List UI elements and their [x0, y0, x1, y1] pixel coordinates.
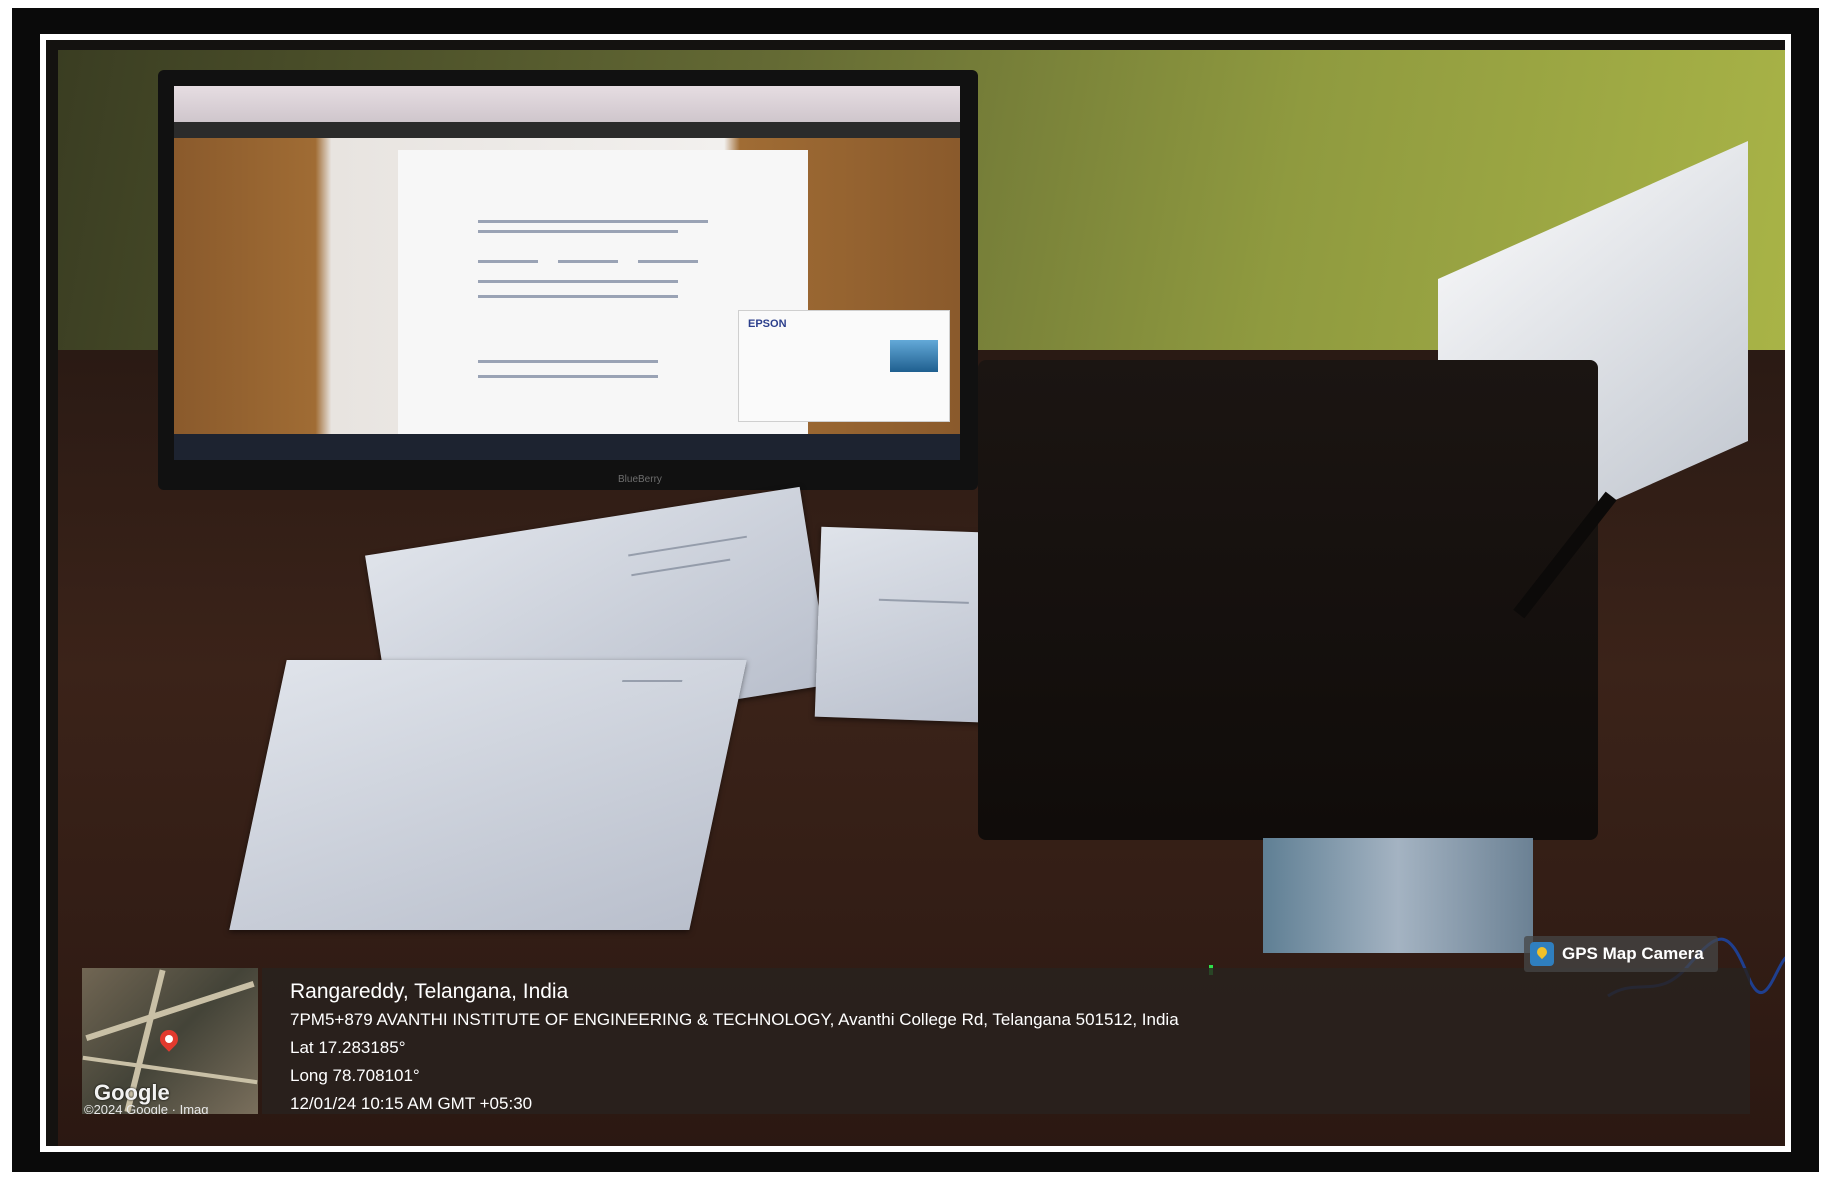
map-thumbnail: Google ©2024 Google · Imag [82, 968, 258, 1114]
dialog-brand: EPSON [748, 318, 787, 330]
gps-latitude: Lat 17.283185° [290, 1038, 406, 1057]
gps-app-icon [1530, 942, 1554, 966]
paper-text [878, 598, 969, 604]
printer [978, 360, 1598, 840]
browser-url-bar [174, 122, 960, 138]
printer-thumbnail [890, 340, 938, 372]
doc-line [558, 260, 618, 263]
paper-text [628, 535, 747, 557]
doc-line [638, 260, 698, 263]
printer-output-tray [1263, 838, 1533, 953]
gps-city: Rangareddy, Telangana, India [290, 980, 569, 1003]
doc-line [478, 375, 658, 378]
doc-line [478, 260, 538, 263]
taskbar [174, 434, 960, 460]
doc-line [478, 360, 658, 363]
map-credit: ©2024 Google · Imag [84, 1102, 209, 1114]
gps-address: 7PM5+879 AVANTHI INSTITUTE OF ENGINEERIN… [290, 1010, 1179, 1029]
paper-text [631, 558, 731, 577]
browser-tab-bar [174, 86, 960, 122]
doc-line [478, 230, 678, 233]
monitor-brand: BlueBerry [618, 474, 662, 485]
doc-line [478, 220, 708, 223]
doc-line [478, 295, 678, 298]
gps-map-camera-badge: GPS Map Camera [1524, 936, 1718, 972]
gps-longitude: Long 78.708101° [290, 1066, 420, 1085]
gps-datetime: 12/01/24 10:15 AM GMT +05:30 [290, 1094, 533, 1113]
paper-text [622, 680, 683, 682]
doc-line [478, 280, 678, 283]
gps-badge-label: GPS Map Camera [1562, 944, 1704, 963]
map-pin-icon [156, 1026, 182, 1052]
paper-sheet [229, 660, 747, 930]
